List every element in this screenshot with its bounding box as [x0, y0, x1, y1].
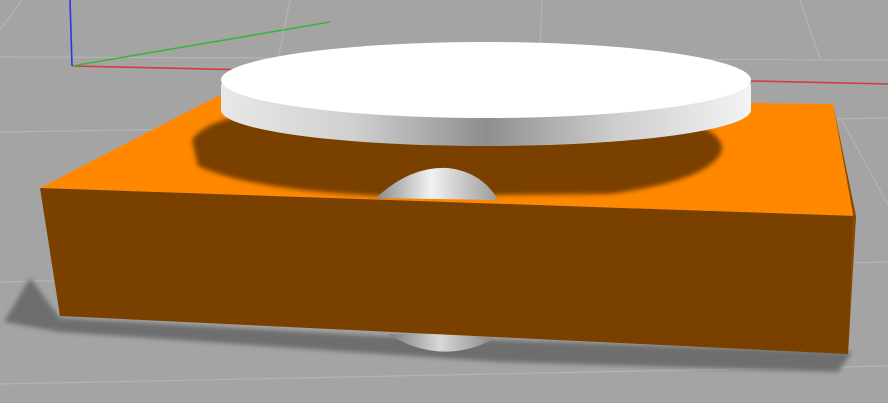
top-plate[interactable] — [221, 42, 751, 146]
scene-canvas[interactable] — [0, 0, 888, 403]
3d-viewport[interactable] — [0, 0, 888, 403]
top-plate-top-face[interactable] — [221, 42, 751, 118]
